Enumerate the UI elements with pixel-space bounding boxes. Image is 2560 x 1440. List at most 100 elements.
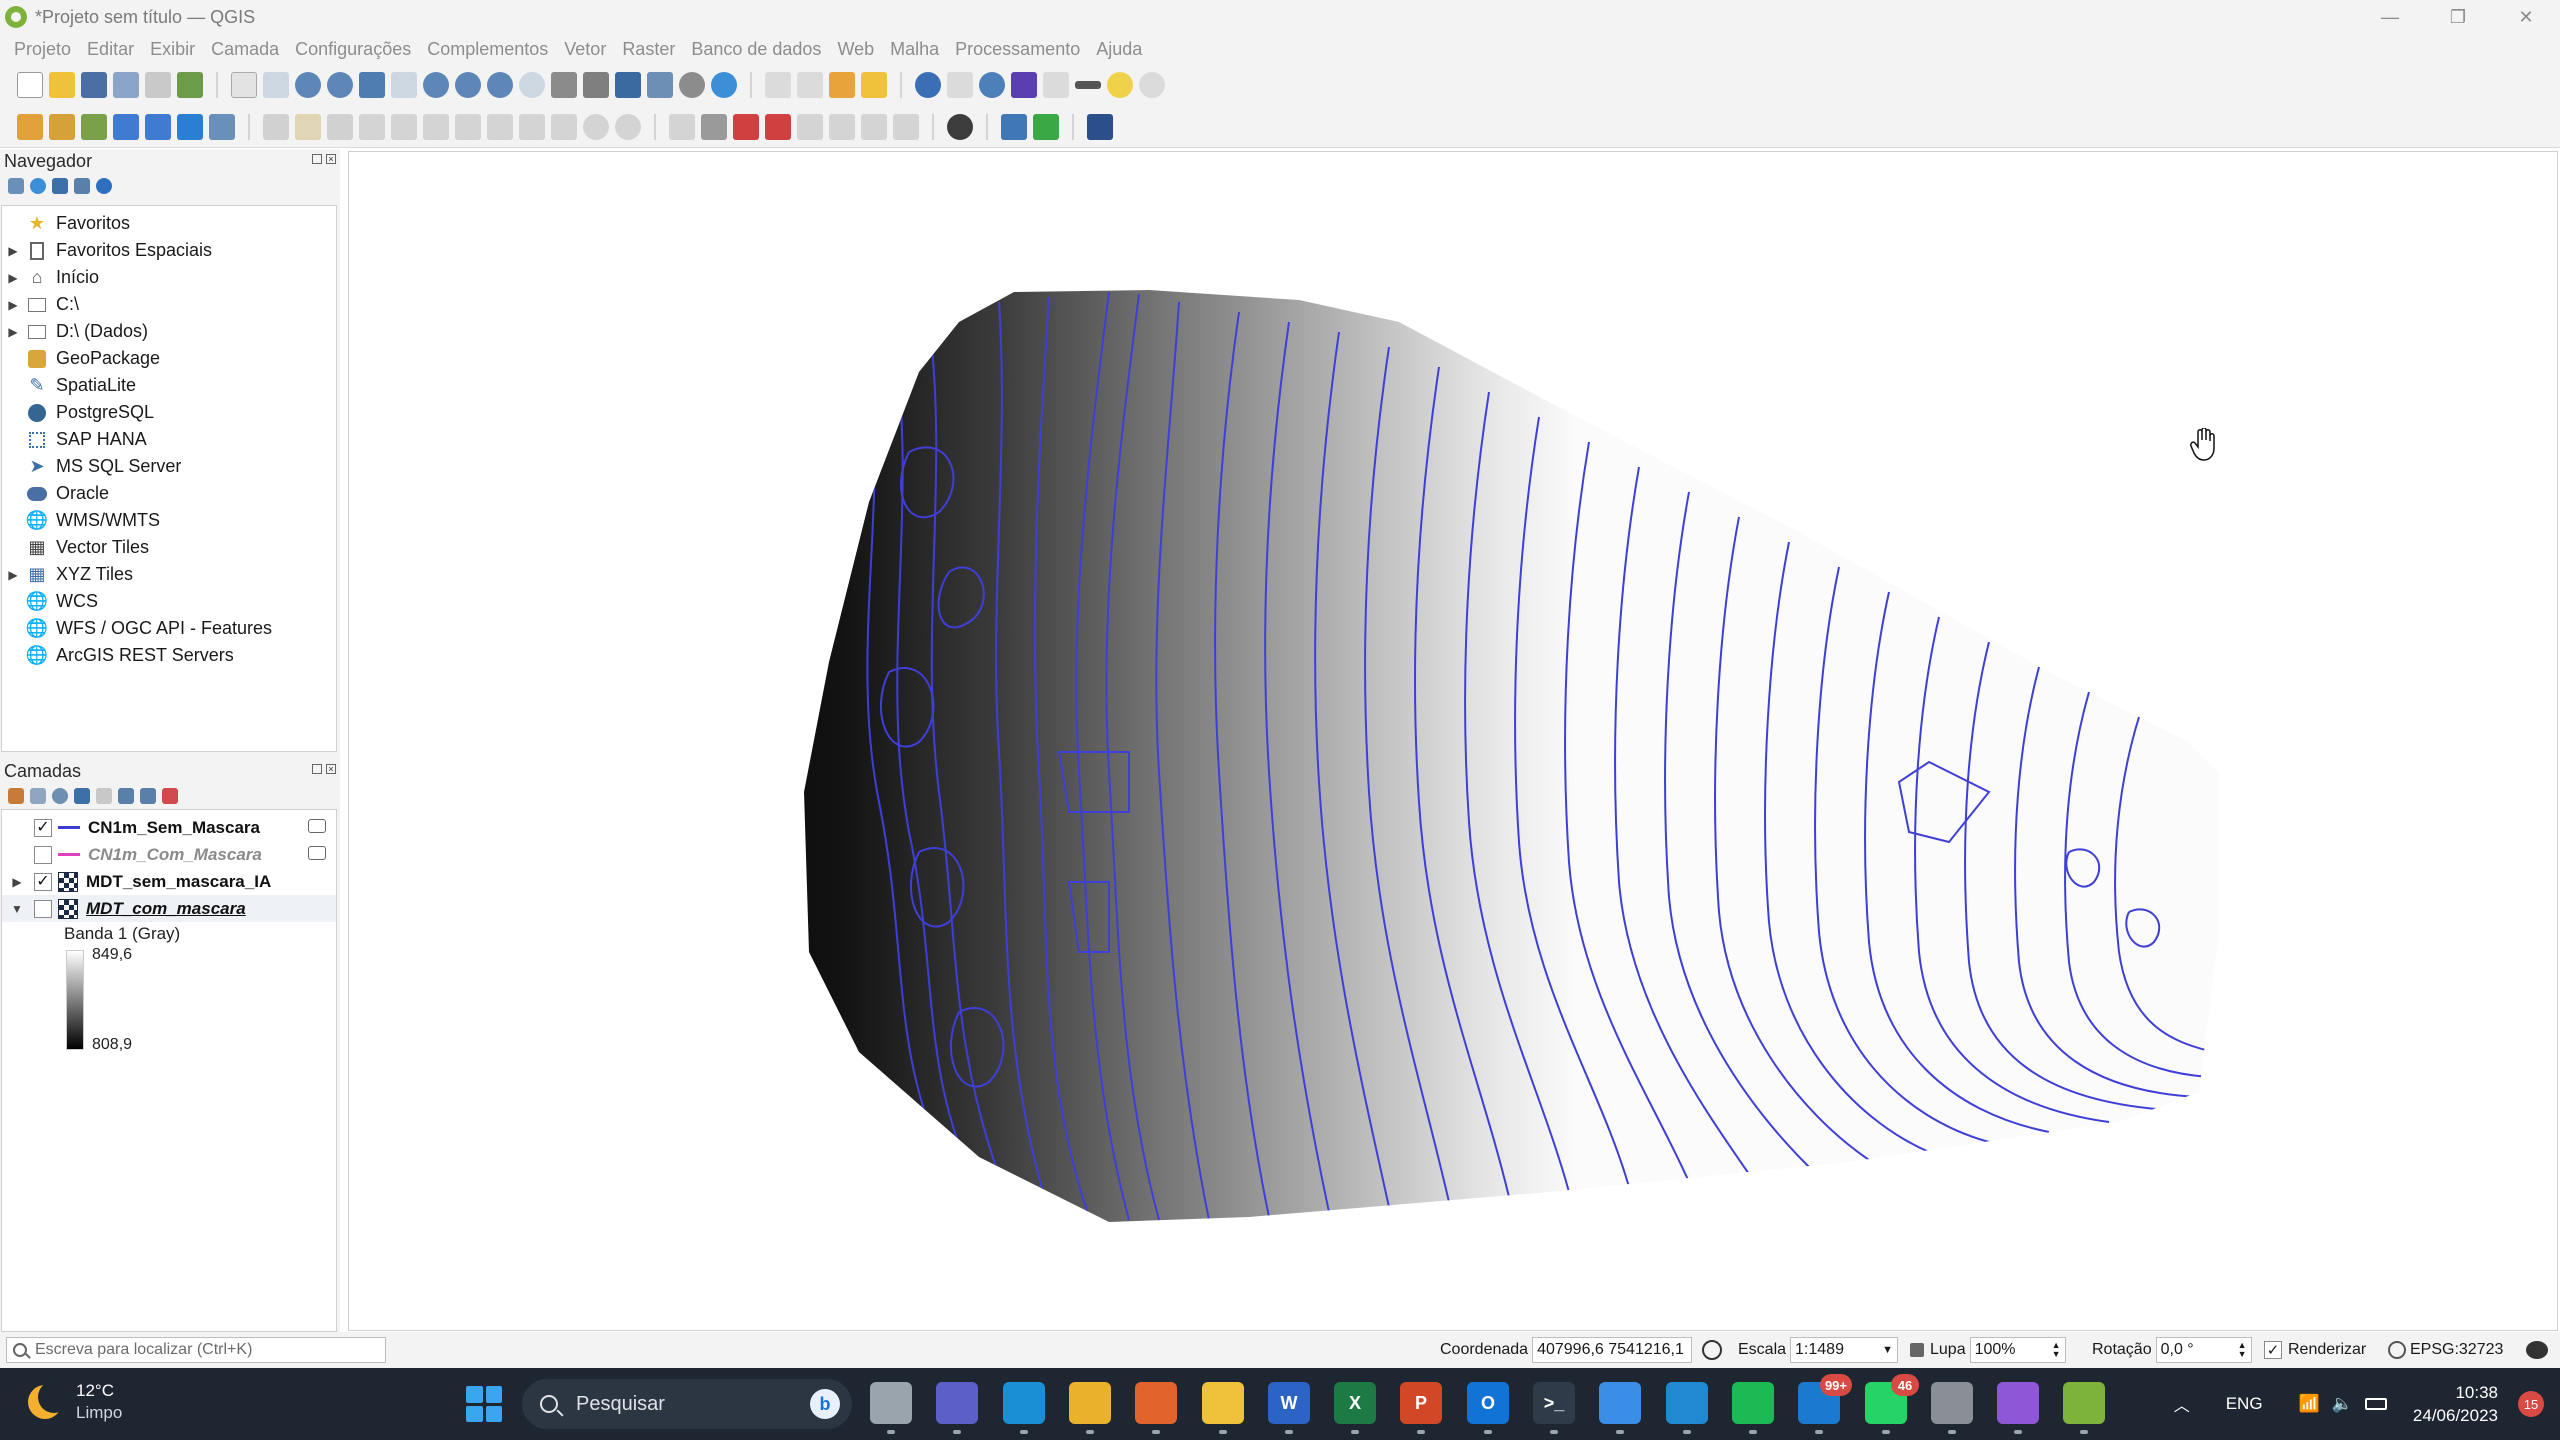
new-map-view-icon[interactable]	[551, 72, 577, 98]
toggle-editing-icon[interactable]	[295, 113, 321, 140]
label-tool-icon[interactable]	[669, 113, 695, 140]
start-button[interactable]	[466, 1386, 502, 1422]
change-label-icon[interactable]	[893, 113, 919, 140]
tree-item-sap-hana[interactable]: SAP HANA	[2, 426, 336, 453]
minimize-button[interactable]: —	[2356, 0, 2424, 34]
new-project-icon[interactable]	[17, 72, 43, 98]
redo-icon[interactable]	[615, 113, 641, 140]
label-pin-icon[interactable]	[701, 113, 727, 140]
clock[interactable]: 10:38 24/06/2023	[2413, 1381, 2498, 1427]
bing-icon[interactable]: b	[810, 1389, 840, 1419]
show-hide-labels-icon[interactable]	[797, 113, 823, 140]
menu-exibir[interactable]: Exibir	[150, 39, 195, 60]
expand-arrow-icon[interactable]: ▶	[10, 875, 24, 889]
open-project-icon[interactable]	[49, 72, 75, 98]
taskbar-excel-icon[interactable]: X	[1334, 1382, 1376, 1434]
attribute-table-icon[interactable]	[947, 72, 973, 98]
remove-layer-icon[interactable]	[162, 788, 178, 804]
messages-icon[interactable]	[2526, 1341, 2548, 1359]
style-manager-icon[interactable]	[177, 72, 203, 98]
magnifier-spinbox[interactable]: 100% ▲ ▼	[1969, 1337, 2066, 1363]
map-canvas[interactable]	[348, 151, 2558, 1331]
locator-search-input[interactable]: Escreva para localizar (Ctrl+K)	[6, 1337, 386, 1363]
chevron-up-icon[interactable]: ︿	[2174, 1392, 2190, 1416]
taskbar-chrome-icon[interactable]	[1069, 1382, 1111, 1434]
tree-item-c-drive[interactable]: ▶ C:\	[2, 291, 336, 318]
taskbar-mail-icon[interactable]: 99+	[1798, 1374, 1852, 1434]
paste-features-icon[interactable]	[551, 113, 577, 140]
layer-visibility-checkbox[interactable]: ✓	[34, 818, 52, 837]
tree-item-wms[interactable]: 🌐 WMS/WMTS	[2, 507, 336, 534]
collapse-arrow-icon[interactable]: ▼	[10, 902, 24, 916]
current-edits-icon[interactable]	[263, 113, 289, 140]
expand-arrow-icon[interactable]: ▶	[6, 271, 20, 285]
tree-item-wcs[interactable]: 🌐 WCS	[2, 588, 336, 615]
select-by-value-icon[interactable]	[797, 72, 823, 98]
coordinate-field[interactable]: 407996,6 7541216,1	[1532, 1337, 1693, 1363]
digitize-icon[interactable]	[359, 113, 385, 140]
layer-visibility-checkbox[interactable]	[34, 899, 52, 918]
taskbar-file-explorer-icon[interactable]	[1202, 1382, 1244, 1434]
text-annotation-icon[interactable]	[1139, 72, 1165, 98]
scale-combobox[interactable]: 1:1489 ▼	[1790, 1337, 1899, 1363]
menu-ajuda[interactable]: Ajuda	[1096, 39, 1142, 60]
new-geopackage-layer-icon[interactable]	[49, 113, 75, 140]
delete-selected-icon[interactable]	[455, 113, 481, 140]
processing-toolbox-icon[interactable]	[979, 72, 1005, 98]
expand-all-icon[interactable]	[118, 788, 134, 804]
wifi-icon[interactable]: 📶	[2299, 1394, 2320, 1414]
volume-icon[interactable]: 🔈	[2332, 1394, 2353, 1414]
menu-malha[interactable]: Malha	[890, 39, 939, 60]
taskbar-paint-icon[interactable]	[1599, 1382, 1641, 1434]
tree-item-inicio[interactable]: ▶ ⌂ Início	[2, 264, 336, 291]
pan-icon[interactable]	[231, 72, 257, 98]
profile-tool-icon[interactable]	[1033, 113, 1059, 140]
zoom-next-icon[interactable]	[519, 72, 545, 98]
filter-icon[interactable]	[52, 178, 68, 194]
expand-arrow-icon[interactable]: ▶	[6, 325, 20, 339]
taskbar-word-icon[interactable]: W	[1268, 1382, 1310, 1434]
taskbar-outlook-icon[interactable]: O	[1467, 1382, 1509, 1434]
expand-arrow-icon[interactable]: ▶	[6, 298, 20, 312]
layer-edit-indicator-icon[interactable]	[308, 819, 326, 833]
expand-arrow-icon[interactable]: ▶	[6, 244, 20, 258]
menu-camada[interactable]: Camada	[211, 39, 279, 60]
print-layout-icon[interactable]	[145, 72, 171, 98]
taskbar-clipchamp-icon[interactable]	[1997, 1382, 2039, 1434]
menu-processamento[interactable]: Processamento	[955, 39, 1080, 60]
zoom-selection-icon[interactable]	[391, 72, 417, 98]
modify-attributes-icon[interactable]	[423, 113, 449, 140]
save-edits-icon[interactable]	[327, 113, 353, 140]
taskbar-task-view-icon[interactable]	[870, 1382, 912, 1434]
zoom-native-icon[interactable]	[455, 72, 481, 98]
taskbar-whatsapp-icon[interactable]: 46	[1865, 1374, 1919, 1434]
float-icon[interactable]	[312, 764, 322, 774]
identify-icon[interactable]	[915, 72, 941, 98]
weather-widget[interactable]: 12°C Limpo	[28, 1380, 122, 1424]
undo-icon[interactable]	[583, 113, 609, 140]
tree-item-wfs[interactable]: 🌐 WFS / OGC API - Features	[2, 615, 336, 642]
tree-item-oracle[interactable]: Oracle	[2, 480, 336, 507]
taskbar-powerpoint-icon[interactable]: P	[1400, 1382, 1442, 1434]
layer-mdt-com-mascara[interactable]: ▼ MDT_com_mascara	[2, 895, 336, 922]
help-icon[interactable]	[1087, 113, 1113, 140]
menu-editar[interactable]: Editar	[87, 39, 134, 60]
battery-icon[interactable]	[2364, 1398, 2387, 1410]
highlight-labels-icon[interactable]	[733, 113, 759, 140]
menu-banco-de-dados[interactable]: Banco de dados	[691, 39, 821, 60]
new-virtual-layer-icon[interactable]	[177, 113, 203, 140]
menu-web[interactable]: Web	[837, 39, 874, 60]
new-spatialite-layer-icon[interactable]	[145, 113, 171, 140]
pan-to-selection-icon[interactable]	[263, 72, 289, 98]
taskbar-spotify-icon[interactable]	[1732, 1382, 1774, 1434]
add-selected-icon[interactable]	[8, 178, 24, 194]
taskbar-terminal-icon[interactable]: >_	[1533, 1382, 1575, 1434]
float-icon[interactable]	[312, 154, 322, 164]
tree-item-xyz-tiles[interactable]: ▶ ▦ XYZ Tiles	[2, 561, 336, 588]
collapse-all-icon[interactable]	[140, 788, 156, 804]
save-project-icon[interactable]	[81, 72, 107, 98]
copy-features-icon[interactable]	[519, 113, 545, 140]
menu-configuracoes[interactable]: Configurações	[295, 39, 411, 60]
field-calculator-icon[interactable]	[1043, 72, 1069, 98]
notification-badge[interactable]: 15	[2518, 1391, 2544, 1417]
